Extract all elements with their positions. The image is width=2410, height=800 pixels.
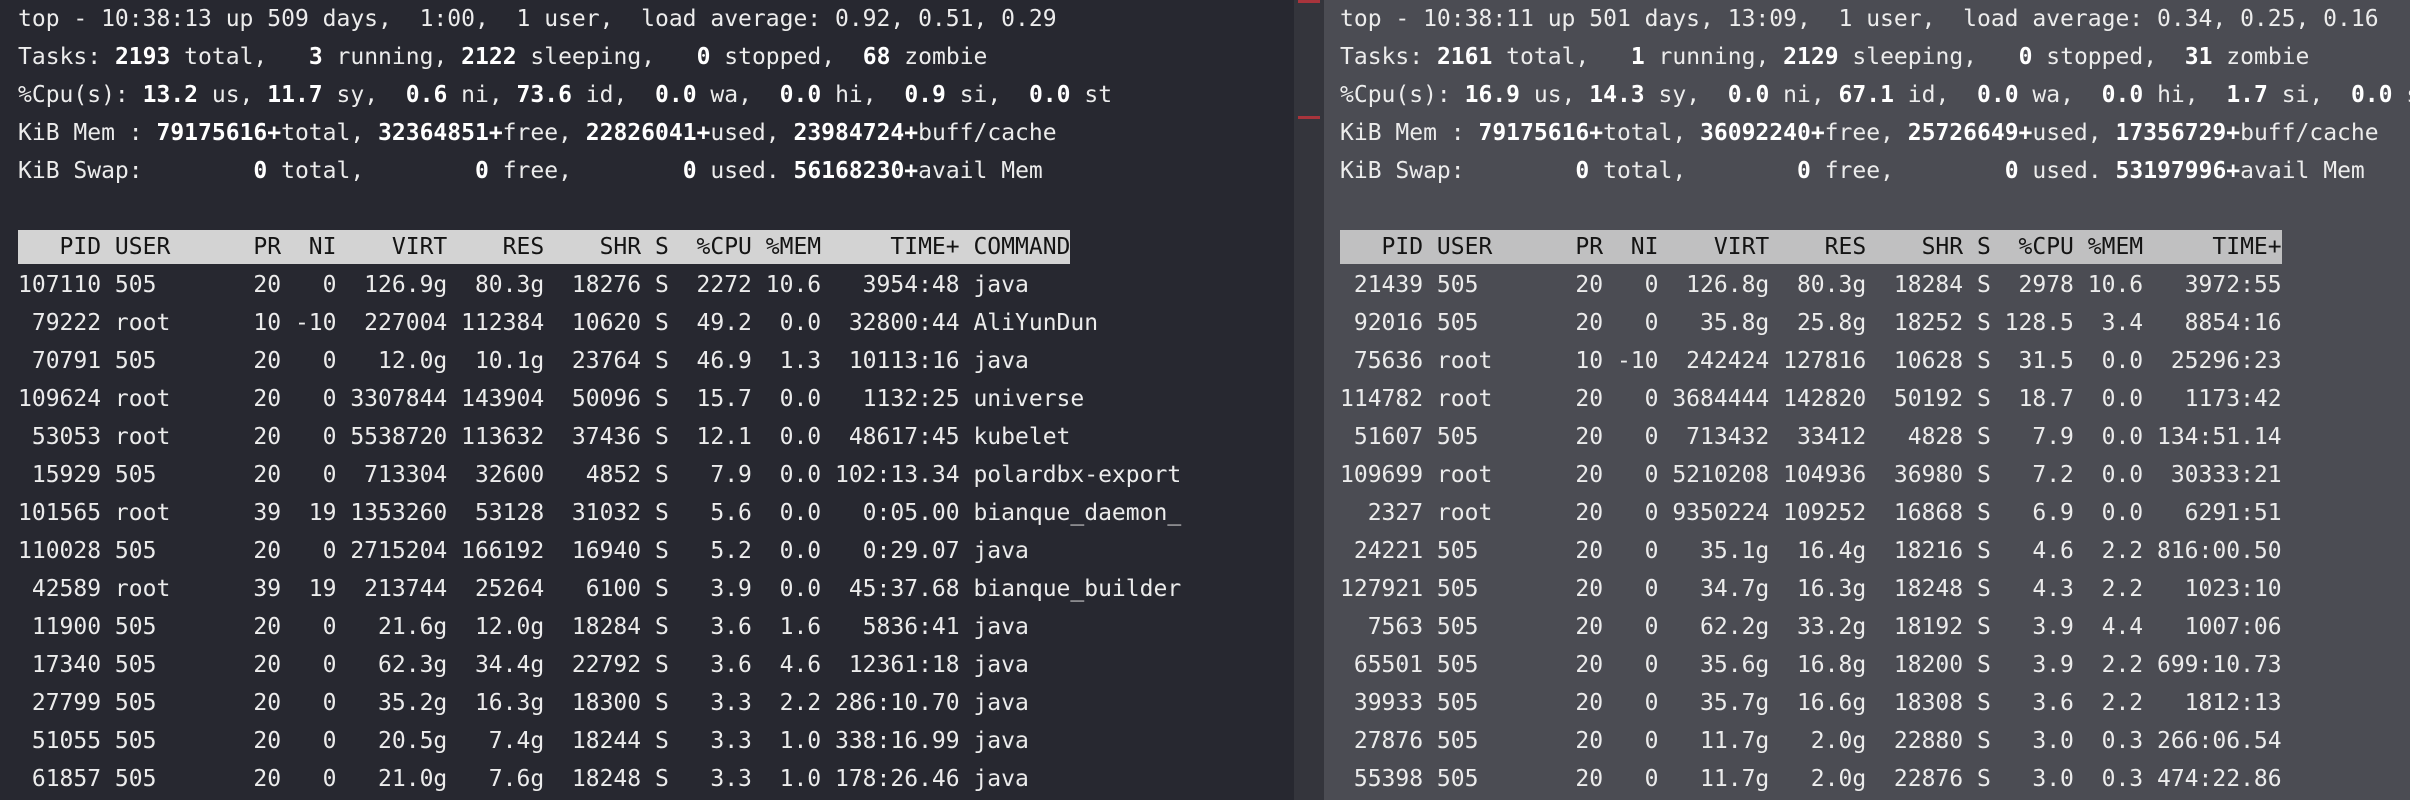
right-process-row[interactable]: 127921 505 20 0 34.7g 16.3g 18248 S 4.3 … xyxy=(1340,570,2410,608)
left-process-row[interactable]: 17340 505 20 0 62.3g 34.4g 22792 S 3.6 4… xyxy=(18,646,1294,684)
right-process-row[interactable]: 65501 505 20 0 35.6g 16.8g 18200 S 3.9 2… xyxy=(1340,646,2410,684)
terminal-pane-left[interactable]: top - 10:38:13 up 509 days, 1:00, 1 user… xyxy=(0,0,1294,800)
right-process-row[interactable]: 92016 505 20 0 35.8g 25.8g 18252 S 128.5… xyxy=(1340,304,2410,342)
left-summary-line: KiB Mem : 79175616+total, 32364851+free,… xyxy=(18,120,1057,146)
left-process-row[interactable]: 11900 505 20 0 21.6g 12.0g 18284 S 3.6 1… xyxy=(18,608,1294,646)
left-process-row[interactable]: 51055 505 20 0 20.5g 7.4g 18244 S 3.3 1.… xyxy=(18,722,1294,760)
top-output-left: top - 10:38:13 up 509 days, 1:00, 1 user… xyxy=(0,0,1294,798)
right-process-row[interactable]: 75636 root 10 -10 242424 127816 10628 S … xyxy=(1340,342,2410,380)
right-process-row[interactable]: 24221 505 20 0 35.1g 16.4g 18216 S 4.6 2… xyxy=(1340,532,2410,570)
left-process-row[interactable]: 110028 505 20 0 2715204 166192 16940 S 5… xyxy=(18,532,1294,570)
left-blank-line xyxy=(18,190,1294,228)
right-process-row[interactable]: 21439 505 20 0 126.8g 80.3g 18284 S 2978… xyxy=(1340,266,2410,304)
pane-divider[interactable] xyxy=(1294,0,1324,800)
right-process-row[interactable]: 7563 505 20 0 62.2g 33.2g 18192 S 3.9 4.… xyxy=(1340,608,2410,646)
right-process-row[interactable]: 27876 505 20 0 11.7g 2.0g 22880 S 3.0 0.… xyxy=(1340,722,2410,760)
left-process-row[interactable]: 70791 505 20 0 12.0g 10.1g 23764 S 46.9 … xyxy=(18,342,1294,380)
right-summary-line: KiB Swap: 0 total, 0 free, 0 used. 53197… xyxy=(1340,158,2365,184)
right-blank-line xyxy=(1340,190,2410,228)
left-process-row[interactable]: 27799 505 20 0 35.2g 16.3g 18300 S 3.3 2… xyxy=(18,684,1294,722)
left-header-line: PID USER PR NI VIRT RES SHR S %CPU %MEM … xyxy=(18,228,1294,266)
left-process-row[interactable]: 15929 505 20 0 713304 32600 4852 S 7.9 0… xyxy=(18,456,1294,494)
left-column-header[interactable]: PID USER PR NI VIRT RES SHR S %CPU %MEM … xyxy=(18,230,1071,264)
divider-mark-bottom xyxy=(1298,116,1320,119)
divider-mark-top xyxy=(1298,0,1320,3)
right-header-line: PID USER PR NI VIRT RES SHR S %CPU %MEM … xyxy=(1340,228,2410,266)
right-summary-line: %Cpu(s): 16.9 us, 14.3 sy, 0.0 ni, 67.1 … xyxy=(1340,82,2410,108)
left-summary-line: top - 10:38:13 up 509 days, 1:00, 1 user… xyxy=(18,6,1057,32)
left-process-row[interactable]: 101565 root 39 19 1353260 53128 31032 S … xyxy=(18,494,1294,532)
right-process-row[interactable]: 109699 root 20 0 5210208 104936 36980 S … xyxy=(1340,456,2410,494)
right-summary-line: Tasks: 2161 total, 1 running, 2129 sleep… xyxy=(1340,44,2310,70)
right-process-row[interactable]: 55398 505 20 0 11.7g 2.0g 22876 S 3.0 0.… xyxy=(1340,760,2410,798)
left-process-row[interactable]: 42589 root 39 19 213744 25264 6100 S 3.9… xyxy=(18,570,1294,608)
top-output-right: top - 10:38:11 up 501 days, 13:09, 1 use… xyxy=(1324,0,2410,798)
left-process-row[interactable]: 53053 root 20 0 5538720 113632 37436 S 1… xyxy=(18,418,1294,456)
right-process-row[interactable]: 39933 505 20 0 35.7g 16.6g 18308 S 3.6 2… xyxy=(1340,684,2410,722)
left-summary-line: Tasks: 2193 total, 3 running, 2122 sleep… xyxy=(18,44,988,70)
left-process-row[interactable]: 79222 root 10 -10 227004 112384 10620 S … xyxy=(18,304,1294,342)
right-summary-line: KiB Mem : 79175616+total, 36092240+free,… xyxy=(1340,120,2379,146)
left-summary-line: %Cpu(s): 13.2 us, 11.7 sy, 0.6 ni, 73.6 … xyxy=(18,82,1113,108)
left-process-row[interactable]: 107110 505 20 0 126.9g 80.3g 18276 S 227… xyxy=(18,266,1294,304)
left-process-row[interactable]: 61857 505 20 0 21.0g 7.6g 18248 S 3.3 1.… xyxy=(18,760,1294,798)
right-summary-line: top - 10:38:11 up 501 days, 13:09, 1 use… xyxy=(1340,6,2379,32)
left-process-row[interactable]: 109624 root 20 0 3307844 143904 50096 S … xyxy=(18,380,1294,418)
left-summary-line: KiB Swap: 0 total, 0 free, 0 used. 56168… xyxy=(18,158,1043,184)
right-process-row[interactable]: 51607 505 20 0 713432 33412 4828 S 7.9 0… xyxy=(1340,418,2410,456)
terminal-pane-right[interactable]: top - 10:38:11 up 501 days, 13:09, 1 use… xyxy=(1324,0,2410,800)
right-process-row[interactable]: 114782 root 20 0 3684444 142820 50192 S … xyxy=(1340,380,2410,418)
right-process-row[interactable]: 2327 root 20 0 9350224 109252 16868 S 6.… xyxy=(1340,494,2410,532)
right-column-header[interactable]: PID USER PR NI VIRT RES SHR S %CPU %MEM … xyxy=(1340,230,2282,264)
